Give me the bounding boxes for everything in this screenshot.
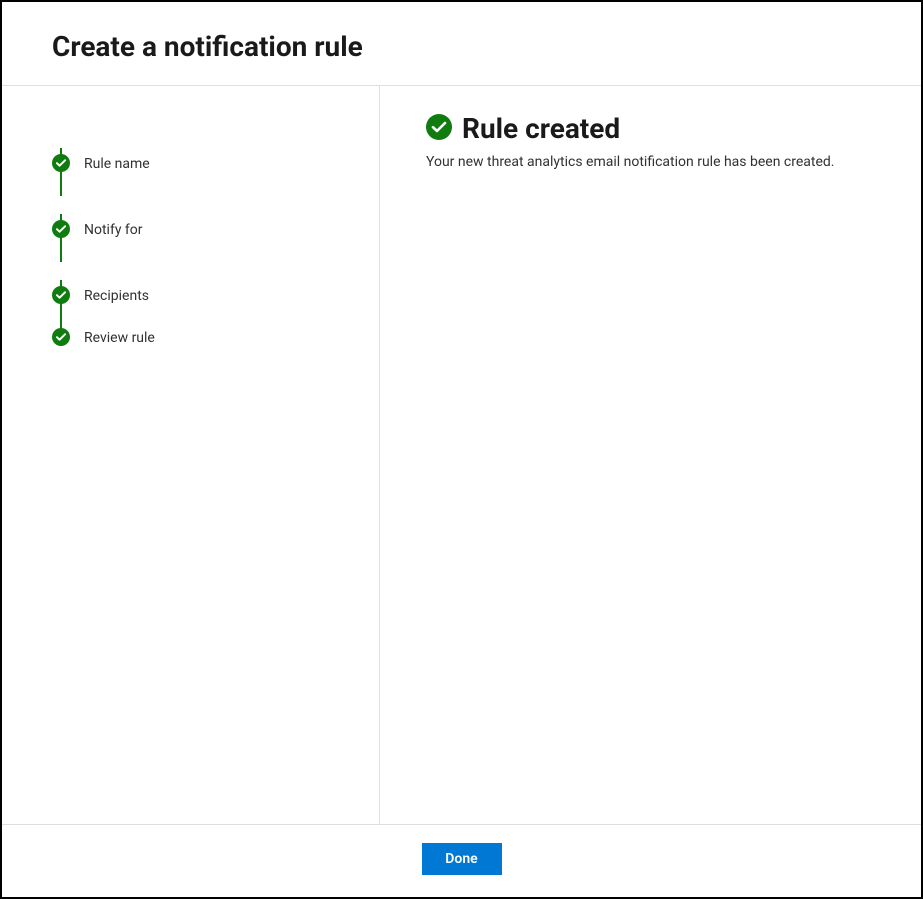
step-label: Review rule	[84, 329, 155, 345]
step-review-rule[interactable]: Review rule	[52, 328, 349, 346]
step-recipients[interactable]: Recipients	[52, 262, 349, 328]
check-circle-icon	[52, 286, 70, 304]
check-circle-icon	[52, 220, 70, 238]
step-notify-for[interactable]: Notify for	[52, 196, 349, 262]
success-title: Rule created	[462, 114, 620, 145]
main-content: Rule created Your new threat analytics e…	[380, 86, 921, 824]
step-rule-name[interactable]: Rule name	[52, 130, 349, 196]
success-description: Your new threat analytics email notifica…	[426, 153, 875, 173]
success-check-icon	[426, 114, 452, 144]
step-label: Recipients	[84, 287, 149, 303]
step-label: Rule name	[84, 155, 150, 171]
dialog-footer: Done	[2, 824, 921, 897]
success-header: Rule created	[426, 114, 875, 145]
check-circle-icon	[52, 154, 70, 172]
wizard-steps-sidebar: Rule name Notify for Recipients	[2, 86, 380, 824]
check-circle-icon	[52, 328, 70, 346]
dialog-body: Rule name Notify for Recipients	[2, 85, 921, 824]
dialog-title: Create a notification rule	[52, 30, 871, 63]
dialog-header: Create a notification rule	[2, 2, 921, 85]
done-button[interactable]: Done	[422, 843, 502, 875]
step-list: Rule name Notify for Recipients	[52, 130, 349, 346]
step-label: Notify for	[84, 221, 143, 237]
notification-rule-dialog: Create a notification rule Rule name No	[0, 0, 923, 899]
